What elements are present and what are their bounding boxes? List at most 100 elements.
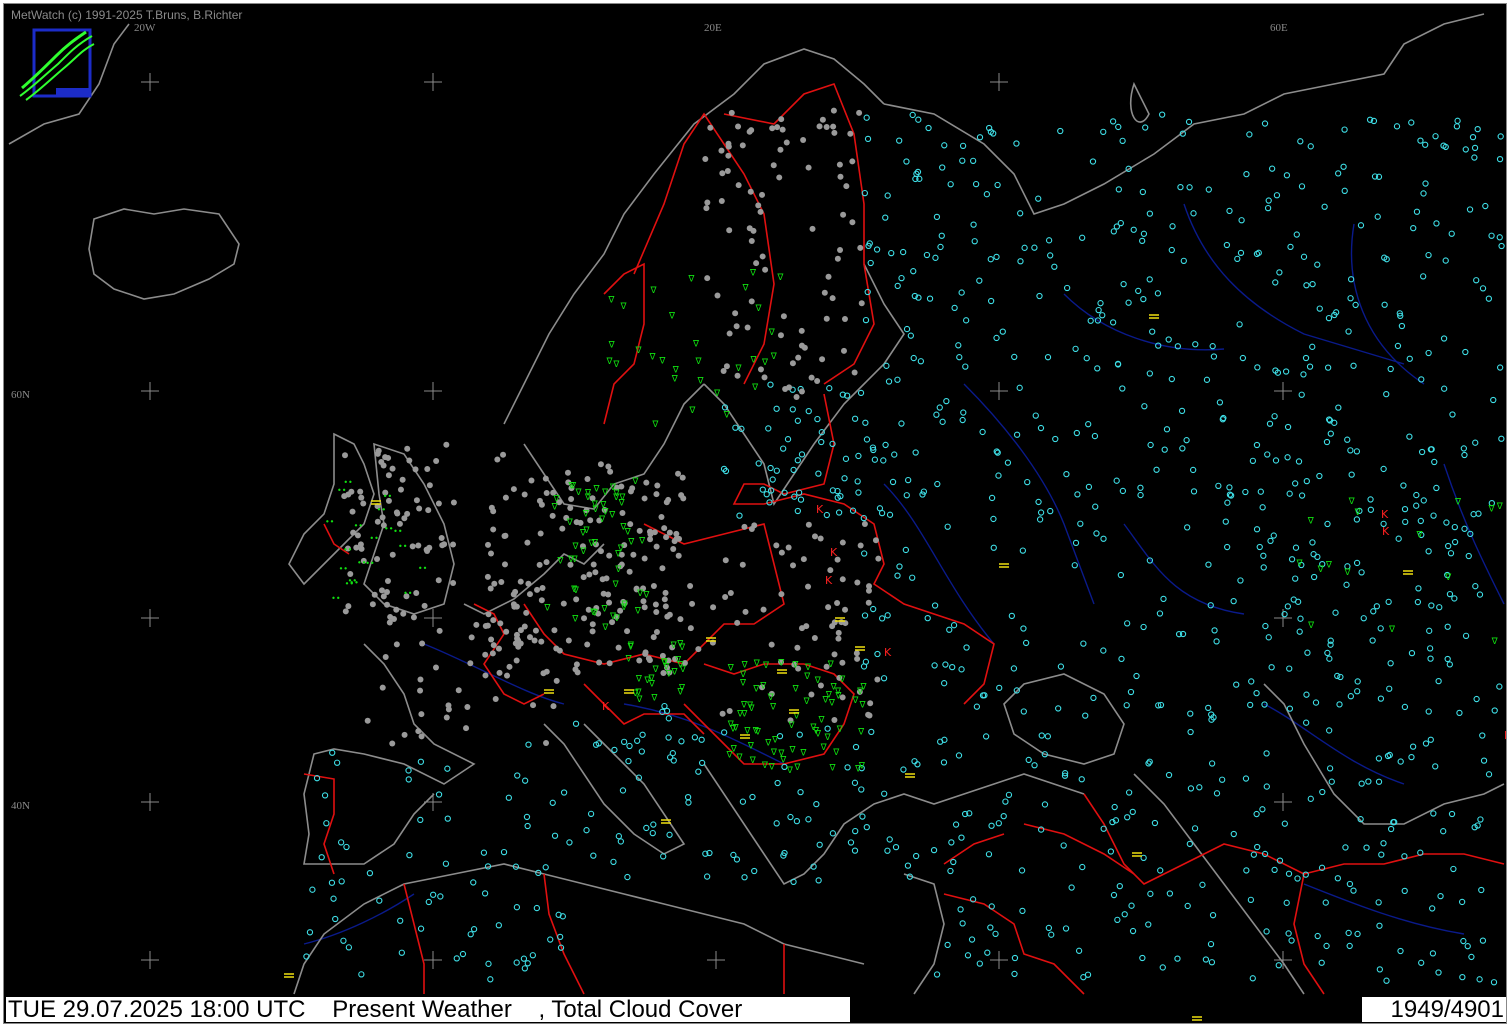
- clear-sky-circle: [1261, 120, 1269, 127]
- clear-sky-circle: [1430, 512, 1437, 519]
- clear-sky-circle: [1073, 429, 1080, 437]
- overcast-dot: [342, 608, 349, 615]
- clear-sky-circle: [1370, 608, 1377, 615]
- clear-sky-circle: [1298, 492, 1306, 499]
- clear-sky-circle: [1100, 647, 1107, 654]
- rain-shower-icon: ∇: [635, 695, 643, 705]
- clear-sky-circle: [1109, 319, 1117, 326]
- overcast-dot: [853, 650, 860, 657]
- drizzle-icon: ••: [418, 564, 427, 573]
- clear-sky-circle: [1285, 930, 1292, 937]
- overcast-dot: [650, 634, 657, 641]
- fog-lines-icon: [1192, 1016, 1202, 1021]
- clear-sky-circle: [1425, 708, 1432, 715]
- clear-sky-circle: [1335, 170, 1342, 177]
- rain-shower-icon: ∇: [635, 346, 643, 356]
- rain-shower-icon: ∇: [1491, 637, 1499, 647]
- overcast-dot: [417, 676, 424, 683]
- clear-sky-circle: [1326, 655, 1333, 662]
- fog-lines-icon: [740, 734, 750, 739]
- weather-map[interactable]: ∇∇∇ ∇∇∇∇∇∇∇∇∇∇∇∇ ∇∇∇∇∇ ∇∇∇∇∇ ∇∇∇∇∇∇∇∇∇∇∇∇∇∇∇…: [4, 4, 1506, 1023]
- clear-sky-circle: [678, 738, 685, 745]
- clear-sky-circle: [1238, 217, 1245, 224]
- overcast-dot: [748, 127, 755, 134]
- clear-sky-circle: [1226, 484, 1233, 491]
- clear-sky-circle: [1272, 457, 1280, 464]
- clear-sky-circle: [1472, 583, 1479, 590]
- clear-sky-circle: [958, 289, 965, 296]
- clear-sky-circle: [1192, 341, 1199, 348]
- overcast-dot: [865, 587, 872, 594]
- rain-shower-icon: ∇: [859, 700, 867, 710]
- clear-sky-circle: [847, 839, 855, 846]
- rain-shower-icon: ∇: [747, 741, 755, 751]
- clear-sky-circle: [1045, 924, 1053, 932]
- clear-sky-circle: [1369, 637, 1376, 644]
- clear-sky-circle: [1474, 125, 1481, 133]
- clear-sky-circle: [1418, 376, 1425, 383]
- overcast-dot: [838, 619, 845, 626]
- clear-sky-circle: [1420, 190, 1427, 197]
- rain-shower-icon: ∇: [1488, 504, 1496, 514]
- clear-sky-circle: [306, 929, 314, 936]
- clear-sky-circle: [1063, 471, 1070, 478]
- overcast-dot: [670, 546, 677, 553]
- clear-sky-circle: [948, 839, 955, 846]
- clear-sky-circle: [520, 955, 528, 962]
- overcast-dot: [580, 574, 587, 581]
- clear-sky-circle: [1360, 615, 1367, 622]
- clear-sky-circle: [896, 137, 903, 144]
- overcast-dot: [773, 542, 780, 549]
- clear-sky-circle: [1479, 285, 1487, 292]
- clear-sky-circle: [864, 135, 872, 143]
- clear-sky-circle: [1199, 881, 1206, 888]
- clear-sky-circle: [1307, 143, 1314, 150]
- clear-sky-circle: [1119, 137, 1126, 145]
- clear-sky-circle: [1129, 927, 1137, 935]
- overcast-dot: [436, 627, 443, 634]
- rain-shower-icon: ∇: [579, 547, 587, 557]
- clear-sky-circle: [1196, 784, 1203, 791]
- overcast-dot: [605, 463, 612, 470]
- clear-sky-circle: [1165, 336, 1172, 343]
- clear-sky-circle: [470, 926, 478, 933]
- overcast-dot: [760, 606, 767, 613]
- clear-sky-circle: [521, 965, 528, 972]
- clear-sky-circle: [862, 658, 870, 665]
- clear-sky-circle: [909, 111, 916, 119]
- clear-sky-circle: [741, 874, 748, 881]
- clear-sky-circle: [957, 906, 964, 913]
- clear-sky-circle: [698, 736, 705, 743]
- clear-sky-circle: [398, 949, 405, 956]
- clear-sky-circle: [566, 839, 573, 846]
- overcast-dot: [719, 710, 726, 717]
- clear-sky-circle: [1319, 788, 1326, 796]
- clear-sky-circle: [1165, 771, 1173, 779]
- overcast-dot: [817, 535, 824, 542]
- clear-sky-circle: [1334, 672, 1341, 680]
- overcast-dot: [744, 324, 751, 331]
- overcast-dot: [830, 123, 837, 130]
- rain-shower-icon: ∇: [768, 762, 776, 772]
- clear-sky-circle: [907, 332, 915, 339]
- overcast-dot: [875, 555, 882, 562]
- overcast-dot: [590, 561, 597, 568]
- product-name: Present Weather: [332, 996, 512, 1023]
- rain-shower-icon: ∇: [634, 607, 642, 617]
- overcast-dot: [504, 672, 511, 679]
- clear-sky-circle: [1307, 795, 1314, 802]
- clear-sky-circle: [910, 268, 917, 275]
- clear-sky-circle: [1107, 848, 1115, 855]
- clear-sky-circle: [1328, 778, 1335, 785]
- clear-sky-circle: [1174, 955, 1181, 962]
- clear-sky-circle: [481, 890, 489, 897]
- overcast-dot: [500, 451, 507, 458]
- clear-sky-circle: [1160, 595, 1167, 603]
- overcast-dot: [793, 393, 800, 400]
- clear-sky-circle: [1458, 898, 1466, 906]
- clear-sky-circle: [884, 847, 891, 854]
- clear-sky-circle: [933, 411, 940, 418]
- clear-sky-circle: [1185, 118, 1193, 126]
- clear-sky-circle: [1247, 896, 1255, 903]
- clear-sky-circle: [1224, 499, 1231, 506]
